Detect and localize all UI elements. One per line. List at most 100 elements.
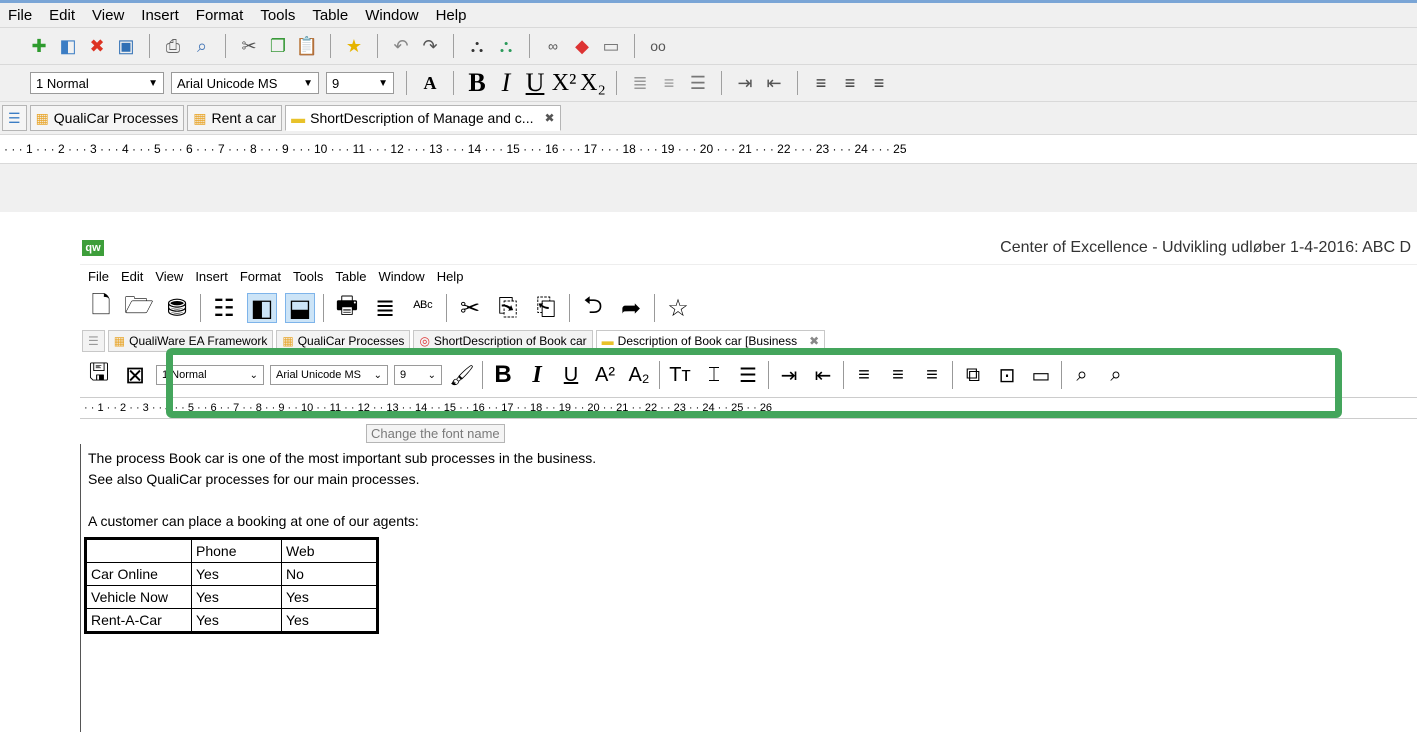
menu-help[interactable]: Help: [428, 7, 476, 24]
separator: [323, 294, 324, 322]
menu-table[interactable]: Table: [329, 269, 372, 284]
spellcheck-icon[interactable]: ᴬᴮᶜ: [408, 293, 438, 323]
font-size-icon[interactable]: A: [419, 72, 441, 94]
size-combo-value: 9: [332, 75, 340, 91]
italic-icon[interactable]: I: [495, 68, 517, 97]
tab-list[interactable]: ☰: [2, 105, 27, 131]
tab-list[interactable]: ☰: [82, 330, 105, 352]
subscript-icon[interactable]: X₂: [580, 70, 606, 96]
preview-icon[interactable]: ⌕: [191, 35, 213, 57]
table-cell: Yes: [281, 585, 378, 609]
close-icon[interactable]: ✖: [544, 111, 554, 125]
process-icon: ▦: [193, 109, 207, 126]
print-preview-icon[interactable]: ≣: [370, 293, 400, 323]
outdent-icon[interactable]: ⇤: [763, 72, 785, 94]
menu-tools[interactable]: Tools: [287, 269, 329, 284]
tab-label: ShortDescription of Book car: [433, 334, 587, 348]
bold-icon[interactable]: B: [466, 68, 488, 97]
tab-short-description[interactable]: ▬ ShortDescription of Manage and c... ✖: [285, 105, 561, 131]
menu-view[interactable]: View: [84, 7, 133, 24]
tab-label: ShortDescription of Manage and c...: [310, 110, 534, 126]
document-body[interactable]: The process Book car is one of the most …: [88, 448, 596, 532]
paste-icon[interactable]: 📋: [296, 35, 318, 57]
repository-icon[interactable]: ⛃: [162, 293, 192, 323]
page-break-icon[interactable]: ≡: [658, 72, 680, 94]
underline-icon[interactable]: U: [524, 68, 546, 97]
print-icon[interactable]: 🖶: [332, 292, 362, 323]
menu-format[interactable]: Format: [234, 269, 287, 284]
copy-icon[interactable]: ❐: [267, 35, 289, 57]
cut-icon[interactable]: ✂: [238, 35, 260, 57]
paragraph-icon[interactable]: ≣: [629, 72, 651, 94]
menu-window[interactable]: Window: [372, 269, 430, 284]
indent-icon[interactable]: ⇥: [734, 72, 756, 94]
table-header: Phone: [191, 538, 282, 563]
redo-icon[interactable]: ➦: [616, 293, 646, 323]
separator: [446, 294, 447, 322]
find-replace-icon[interactable]: ⛬: [495, 35, 517, 57]
ruler-scale: · · · 1 · · · 2 · · · 3 · · · 4 · · · 5 …: [4, 142, 907, 156]
discard-icon[interactable]: ⊠: [120, 360, 150, 390]
menu-window[interactable]: Window: [357, 7, 427, 24]
tab-label: QualiWare EA Framework: [129, 334, 268, 348]
favorite-star-icon[interactable]: ☆: [663, 293, 693, 323]
tab-qualicar-processes[interactable]: ▦ QualiCar Processes: [29, 105, 185, 131]
superscript-icon[interactable]: X²: [552, 70, 577, 96]
menu-table[interactable]: Table: [304, 7, 357, 24]
list-settings-icon[interactable]: ☷: [209, 293, 239, 323]
menu-edit[interactable]: Edit: [41, 7, 84, 24]
align-left-icon[interactable]: ≡: [810, 72, 832, 94]
save-icon[interactable]: ▣: [115, 35, 137, 57]
table-row: Vehicle Now Yes Yes: [85, 585, 378, 609]
separator: [569, 294, 570, 322]
glasses-icon[interactable]: oo: [647, 35, 669, 57]
tab-rent-a-car[interactable]: ▦ Rent a car: [187, 105, 283, 131]
bullet-list-icon[interactable]: ☰: [687, 72, 709, 94]
link-icon[interactable]: ∞: [542, 35, 564, 57]
print-icon[interactable]: ⎙: [162, 35, 184, 57]
find-icon[interactable]: ⛬: [466, 35, 488, 57]
menu-insert[interactable]: Insert: [133, 7, 188, 24]
separator: [616, 71, 617, 95]
align-center-icon[interactable]: ≡: [839, 72, 861, 94]
menu-file[interactable]: File: [82, 269, 115, 284]
undo-icon[interactable]: ↶: [390, 35, 412, 57]
separator: [330, 34, 331, 58]
style-combo[interactable]: 1 Normal ▼: [30, 72, 164, 94]
open-folder-icon[interactable]: 🗁: [124, 292, 154, 323]
separator: [200, 294, 201, 322]
delete-icon[interactable]: ✖: [86, 35, 108, 57]
star-icon[interactable]: ★: [343, 35, 365, 57]
redo-icon[interactable]: ↷: [419, 35, 441, 57]
menu-edit[interactable]: Edit: [115, 269, 149, 284]
menu-help[interactable]: Help: [431, 269, 470, 284]
align-right-icon[interactable]: ≡: [868, 72, 890, 94]
menu-insert[interactable]: Insert: [189, 269, 234, 284]
table-row: Rent-A-Car Yes Yes: [85, 608, 378, 633]
menu-tools[interactable]: Tools: [252, 7, 304, 24]
font-combo[interactable]: Arial Unicode MS ▼: [171, 72, 319, 94]
separator: [634, 34, 635, 58]
dock-bottom-icon[interactable]: ⬓: [285, 293, 315, 323]
dock-left-icon[interactable]: ◧: [247, 293, 277, 323]
tab-label: QualiCar Processes: [297, 334, 405, 348]
new-document-icon[interactable]: 🗋: [86, 292, 116, 323]
separator: [529, 34, 530, 58]
menu-view[interactable]: View: [149, 269, 189, 284]
save-icon[interactable]: 🖫: [84, 359, 114, 390]
open-icon[interactable]: ◧: [57, 35, 79, 57]
close-icon[interactable]: ✖: [809, 334, 819, 348]
menu-file[interactable]: File: [0, 7, 41, 24]
cut-icon[interactable]: ✂: [455, 293, 485, 323]
new-menubar: File Edit View Insert Format Tools Table…: [80, 265, 1417, 287]
page-icon[interactable]: ▭: [600, 35, 622, 57]
paste-icon[interactable]: ⎗: [531, 293, 561, 323]
menu-format[interactable]: Format: [188, 7, 253, 24]
table-cell: Yes: [191, 608, 282, 633]
size-combo[interactable]: 9 ▼: [326, 72, 394, 94]
new-icon[interactable]: ✚: [28, 35, 50, 57]
undo-icon[interactable]: ⮌: [578, 292, 608, 323]
copy-icon[interactable]: ⎘: [493, 293, 523, 323]
diagram-icon[interactable]: ◆: [571, 35, 593, 57]
agents-table[interactable]: Phone Web Car Online Yes No Vehicle Now …: [84, 537, 379, 634]
